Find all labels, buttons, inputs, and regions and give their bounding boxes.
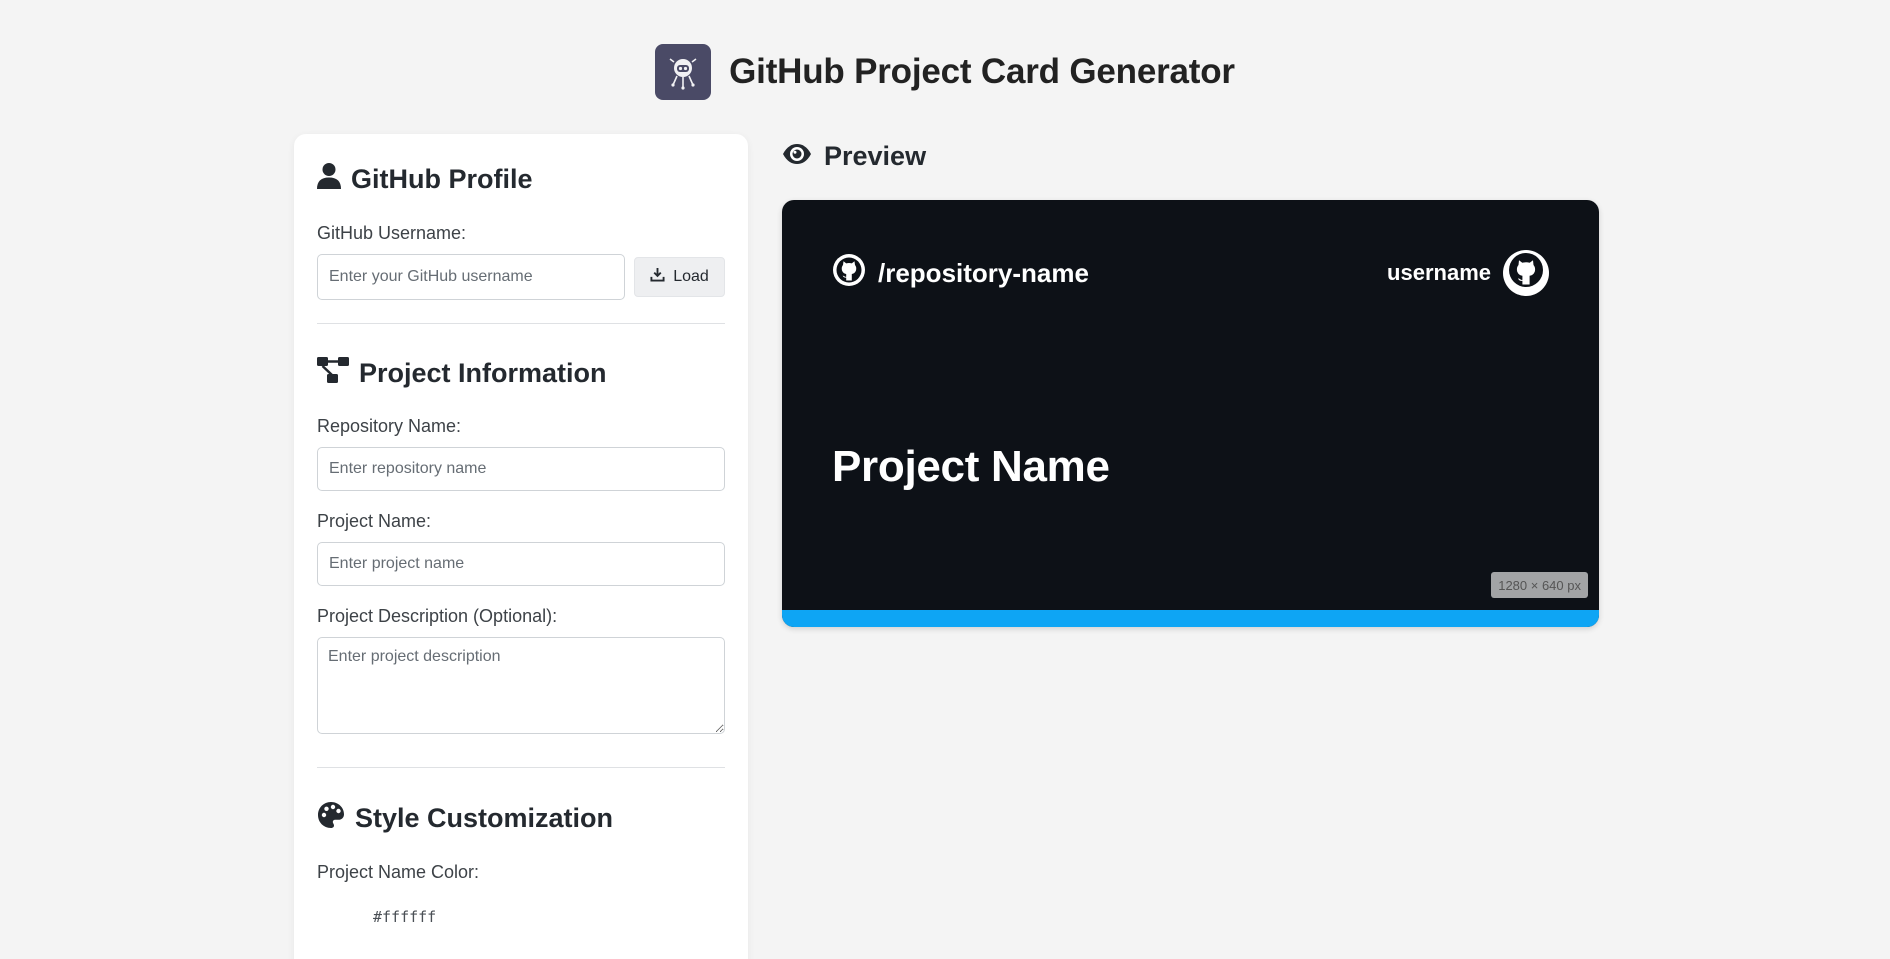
style-section-title: Style Customization <box>317 801 725 836</box>
repo-label: Repository Name: <box>317 416 462 436</box>
name-color-picker[interactable] <box>317 897 363 937</box>
card-project-name: Project Name <box>832 442 1110 491</box>
project-name-input[interactable] <box>317 542 725 586</box>
download-icon <box>650 267 665 287</box>
app-logo-icon <box>655 44 712 100</box>
project-heading: Project Information <box>359 358 607 388</box>
divider <box>317 323 725 324</box>
style-heading: Style Customization <box>355 803 614 833</box>
user-icon <box>317 162 341 197</box>
profile-heading: GitHub Profile <box>351 164 533 194</box>
card-repo: /repository-name <box>832 253 1089 294</box>
size-badge: 1280 × 640 px <box>1491 572 1588 598</box>
card-header: /repository-name username <box>832 250 1549 296</box>
card-username: username <box>1387 260 1491 285</box>
username-label: GitHub Username: <box>317 223 467 243</box>
description-textarea[interactable] <box>317 637 725 734</box>
username-input[interactable] <box>317 254 625 300</box>
project-card-preview: /repository-name username Project Name 1… <box>782 200 1599 627</box>
name-color-label: Project Name Color: <box>317 862 480 882</box>
preview-title: Preview <box>782 141 926 172</box>
card-repo-name: /repository-name <box>878 257 1089 288</box>
project-section-title: Project Information <box>317 357 725 390</box>
card-user: username <box>1387 250 1549 296</box>
eye-icon <box>782 141 812 172</box>
name-color-row: #ffffff <box>317 897 725 937</box>
settings-panel: GitHub Profile GitHub Username: Load Pr <box>294 134 748 959</box>
avatar <box>1503 250 1549 296</box>
project-diagram-icon <box>317 357 349 390</box>
username-row: Load <box>317 254 725 300</box>
divider <box>317 767 725 768</box>
description-label: Project Description (Optional): <box>317 606 558 626</box>
project-name-label: Project Name: <box>317 511 432 531</box>
profile-section-title: GitHub Profile <box>317 162 725 197</box>
name-color-value: #ffffff <box>373 908 437 926</box>
palette-icon <box>317 801 345 836</box>
card-accent-bar <box>782 610 1599 627</box>
github-icon <box>1506 250 1546 296</box>
repo-input[interactable] <box>317 447 725 491</box>
load-button[interactable]: Load <box>634 257 725 297</box>
preview-heading: Preview <box>824 141 927 171</box>
github-icon <box>832 253 866 294</box>
load-button-label: Load <box>673 268 709 285</box>
app-title: GitHub Project Card Generator <box>729 52 1235 91</box>
app-header: GitHub Project Card Generator <box>0 44 1890 100</box>
